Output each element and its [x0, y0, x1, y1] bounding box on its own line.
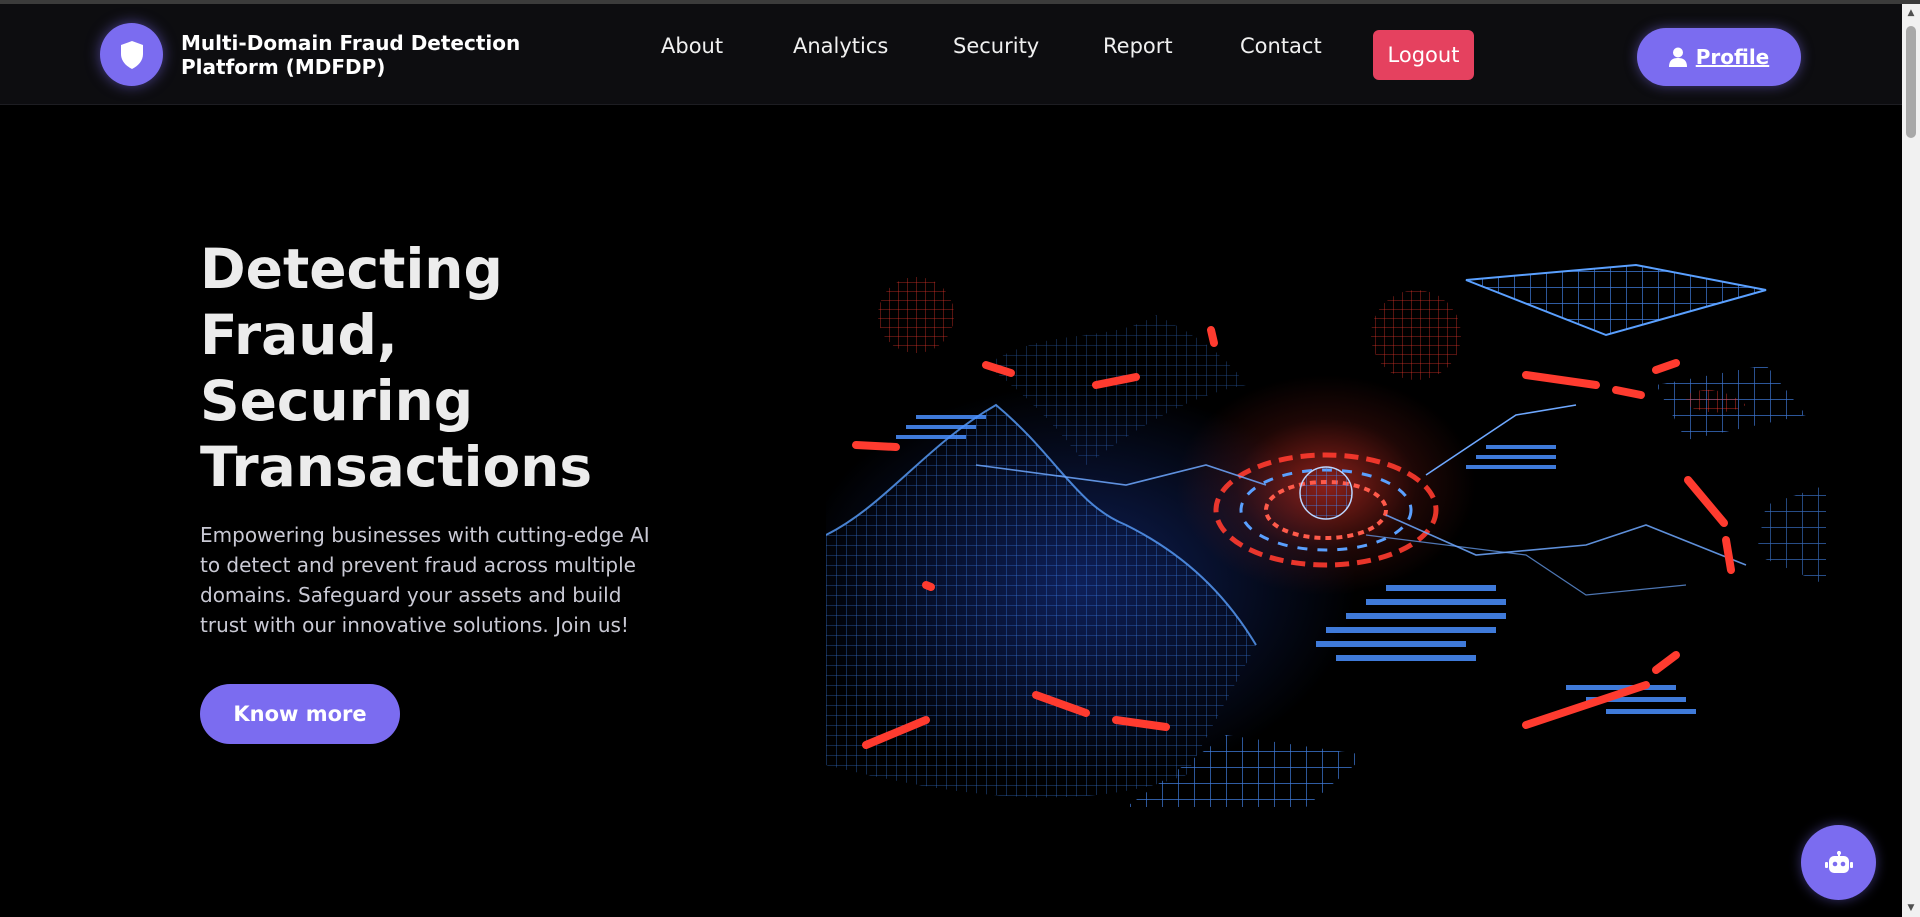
user-icon [1668, 47, 1687, 67]
logout-button[interactable]: Logout [1373, 30, 1474, 80]
page-scrollbar[interactable]: ▲ ▼ [1902, 4, 1920, 917]
profile-label: Profile [1695, 45, 1770, 69]
hero-illustration [826, 255, 1826, 807]
chatbot-button[interactable] [1801, 825, 1876, 900]
hero-title: Detecting Fraud, Securing Transactions [200, 236, 720, 500]
profile-button[interactable]: Profile [1637, 28, 1801, 86]
hero-description: Empowering businesses with cutting-edge … [200, 523, 650, 637]
nav-link-security[interactable]: Security [953, 34, 1039, 58]
hero-title-line3: Securing [200, 369, 474, 433]
brand-name-line2: Platform (MDFDP) [181, 55, 386, 79]
hero-title-line4: Transactions [200, 435, 593, 499]
scrollbar-thumb[interactable] [1906, 26, 1916, 138]
scroll-up-arrow-icon[interactable]: ▲ [1902, 4, 1920, 22]
know-more-button[interactable]: Know more [200, 684, 400, 744]
brand-name[interactable]: Multi-Domain Fraud Detection Platform (M… [181, 31, 521, 79]
nav-link-report[interactable]: Report [1103, 34, 1173, 58]
hero-title-line2: Fraud, [200, 303, 398, 367]
shield-icon [120, 40, 143, 69]
navbar: Multi-Domain Fraud Detection Platform (M… [0, 4, 1902, 105]
logo[interactable] [100, 23, 163, 86]
nav-link-contact[interactable]: Contact [1240, 34, 1322, 58]
brand-name-line1: Multi-Domain Fraud Detection [181, 31, 521, 55]
nav-link-analytics[interactable]: Analytics [793, 34, 888, 58]
hero-title-line1: Detecting [200, 237, 503, 301]
nav-link-about[interactable]: About [661, 34, 723, 58]
scroll-down-arrow-icon[interactable]: ▼ [1902, 899, 1920, 917]
robot-icon [1824, 850, 1853, 873]
